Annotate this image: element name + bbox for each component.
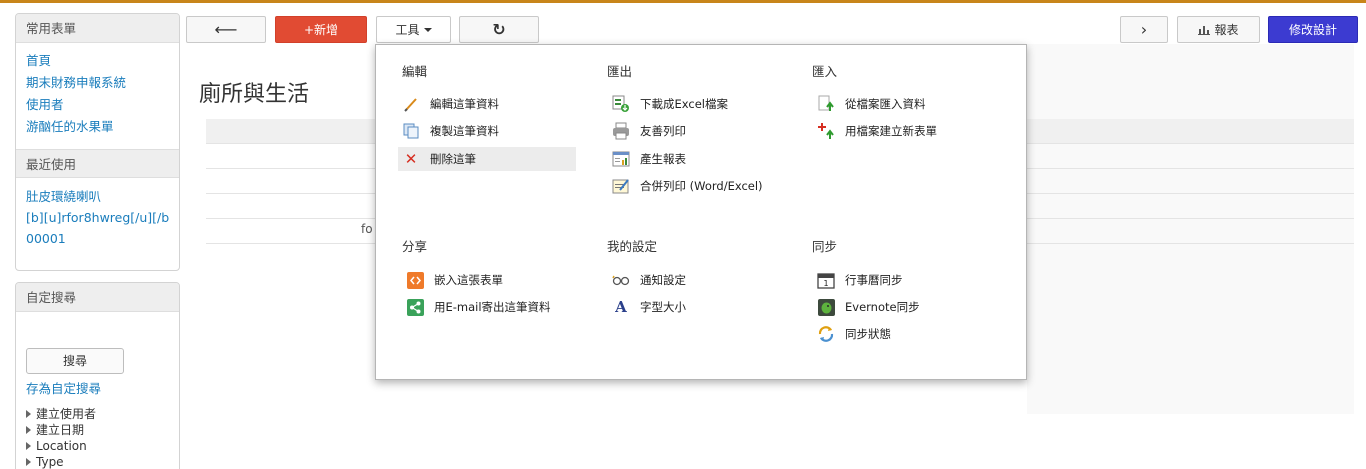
menu-item-print[interactable]: 友善列印 (612, 119, 686, 143)
import-file-icon (817, 95, 835, 113)
caret-down-icon (423, 27, 432, 32)
tools-dropdown-menu: 編輯 編輯這筆資料 複製這筆資料 ✕ 刪除這筆 匯出 下載成Excel檔案 友善… (375, 44, 1027, 380)
expand-triangle-icon (26, 426, 31, 434)
calendar-icon: 1 (817, 271, 835, 289)
new-form-from-file-icon (817, 122, 835, 140)
menu-item-email-record[interactable]: 用E-mail寄出這筆資料 (406, 295, 551, 319)
custom-search-panel: 自定搜尋 搜尋 存為自定搜尋 建立使用者 建立日期 Location Type (15, 282, 180, 469)
font-size-icon: A (615, 298, 627, 316)
sidebar-item-users[interactable]: 使用者 (26, 94, 169, 116)
menu-item-sync-status[interactable]: 同步狀態 (817, 322, 891, 346)
bar-chart-icon (1198, 26, 1211, 35)
menu-item-new-form-from-file[interactable]: 用檔案建立新表單 (817, 119, 937, 143)
menu-group-export-title: 匯出 (607, 64, 633, 79)
expand-triangle-icon (26, 458, 31, 466)
report-icon (612, 150, 630, 168)
filter-creator[interactable]: 建立使用者 (26, 406, 169, 422)
embed-icon (406, 271, 424, 289)
menu-item-import-file[interactable]: 從檔案匯入資料 (817, 92, 926, 116)
menu-group-sync: 同步 (812, 236, 837, 256)
menu-group-share-title: 分享 (402, 239, 428, 254)
sidebar-forms-panel: 常用表單 首頁 期末財務申報系統 使用者 游酗任的水果單 最近使用 肚皮環繞喇叭… (15, 13, 180, 271)
recent-item-bbcode[interactable]: [b][u]rfor8hwreg[/u][/b (26, 207, 169, 228)
menu-group-my-settings-title: 我的設定 (607, 239, 658, 254)
menu-group-sync-title: 同步 (812, 239, 838, 254)
excel-download-icon (612, 95, 630, 113)
expand-triangle-icon (26, 442, 31, 450)
edit-design-button[interactable]: 修改設計 (1268, 16, 1358, 43)
recent-item-bbcode-cont[interactable]: 00001 (26, 228, 169, 249)
menu-group-import: 匯入 (812, 61, 837, 81)
menu-item-font-size[interactable]: A 字型大小 (612, 295, 686, 319)
add-button[interactable]: +新增 (275, 16, 367, 43)
filter-location[interactable]: Location (26, 438, 169, 454)
back-arrow-icon: ⟵ (214, 20, 238, 39)
menu-group-import-title: 匯入 (812, 64, 838, 79)
menu-group-export: 匯出 (607, 61, 632, 81)
filter-created-date[interactable]: 建立日期 (26, 422, 169, 438)
expand-triangle-icon (26, 410, 31, 418)
pencil-icon (402, 95, 420, 113)
refresh-icon: ↻ (492, 20, 506, 39)
menu-group-edit: 編輯 (402, 61, 427, 81)
filter-type[interactable]: Type (26, 454, 169, 469)
menu-group-edit-title: 編輯 (402, 64, 428, 79)
top-accent-bar (0, 0, 1366, 3)
menu-item-download-excel[interactable]: 下載成Excel檔案 (612, 92, 728, 116)
menu-group-share: 分享 (402, 236, 427, 256)
back-button[interactable]: ⟵ (186, 16, 266, 43)
copy-icon (402, 122, 420, 140)
sync-icon (817, 325, 835, 343)
next-button[interactable]: › (1120, 16, 1168, 43)
table-cell: fo (361, 222, 373, 236)
custom-search-title: 自定搜尋 (16, 283, 179, 312)
share-icon (406, 298, 424, 316)
menu-item-merge-print[interactable]: 合併列印 (Word/Excel) (612, 174, 763, 198)
delete-icon: ✕ (404, 150, 418, 168)
sidebar-item-home[interactable]: 首頁 (26, 50, 169, 72)
merge-print-icon (612, 177, 630, 195)
recent-title: 最近使用 (16, 149, 179, 178)
save-custom-search-link[interactable]: 存為自定搜尋 (26, 380, 169, 398)
common-forms-title: 常用表單 (16, 14, 179, 43)
printer-icon (612, 122, 630, 140)
menu-group-my-settings: 我的設定 (607, 236, 657, 256)
report-button[interactable]: 報表 (1177, 16, 1260, 43)
chevron-right-icon: › (1140, 20, 1148, 39)
tools-dropdown-button[interactable]: 工具 (376, 16, 451, 43)
svg-text:1: 1 (823, 279, 828, 288)
menu-item-calendar-sync[interactable]: 1 行事曆同步 (817, 268, 903, 292)
sidebar-item-fruit[interactable]: 游酗任的水果單 (26, 116, 169, 138)
refresh-button[interactable]: ↻ (459, 16, 539, 43)
menu-item-edit-record[interactable]: 編輯這筆資料 (402, 92, 580, 116)
evernote-icon (817, 298, 835, 316)
menu-item-evernote-sync[interactable]: Evernote同步 (817, 295, 920, 319)
menu-item-embed-form[interactable]: 嵌入這張表單 (406, 268, 503, 292)
glasses-icon (612, 271, 630, 289)
sidebar-item-finance[interactable]: 期末財務申報系統 (26, 72, 169, 94)
menu-item-generate-report[interactable]: 產生報表 (612, 147, 686, 171)
menu-item-copy-record[interactable]: 複製這筆資料 (402, 119, 580, 143)
menu-item-notification-settings[interactable]: 通知設定 (612, 268, 686, 292)
search-button[interactable]: 搜尋 (26, 348, 124, 374)
page-title: 廁所與生活 (199, 82, 310, 107)
recent-item-speaker[interactable]: 肚皮環繞喇叭 (26, 186, 169, 207)
menu-item-delete-record[interactable]: ✕ 刪除這筆 (398, 147, 576, 171)
